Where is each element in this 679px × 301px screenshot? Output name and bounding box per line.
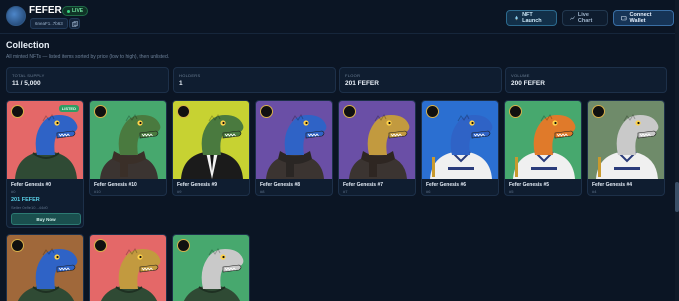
nft-card[interactable]: Fefer Genesis #4 #4 bbox=[587, 100, 665, 196]
stat-label: FLOOR bbox=[345, 73, 361, 78]
live-chart-button[interactable]: Live Chart bbox=[562, 10, 608, 26]
nft-card[interactable] bbox=[89, 234, 167, 301]
nft-id: #10 bbox=[94, 189, 101, 194]
stat-value: 200 FEFER bbox=[511, 80, 545, 87]
collection-title: Collection bbox=[6, 40, 50, 50]
nft-name: Fefer Genesis #5 bbox=[509, 182, 550, 188]
nft-name: Fefer Genesis #6 bbox=[426, 182, 467, 188]
nft-image[interactable] bbox=[588, 101, 664, 179]
nft-name: Fefer Genesis #0 bbox=[11, 182, 52, 188]
nft-id: #0 bbox=[11, 189, 16, 194]
listed-badge: LISTED bbox=[58, 105, 79, 112]
nft-card[interactable] bbox=[172, 234, 250, 301]
copy-address-button[interactable] bbox=[69, 18, 80, 29]
buy-now-button[interactable]: Buy Now bbox=[11, 213, 81, 225]
scrollbar-track[interactable] bbox=[675, 0, 679, 301]
nft-image[interactable] bbox=[339, 101, 415, 179]
stat-value: 1 bbox=[179, 80, 183, 87]
nft-card[interactable]: Fefer Genesis #10 #10 bbox=[89, 100, 167, 196]
nft-image[interactable] bbox=[90, 235, 166, 301]
live-label: LIVE bbox=[72, 8, 84, 14]
collection-logo-icon bbox=[94, 239, 107, 252]
wallet-icon bbox=[621, 16, 627, 21]
nft-id: #9 bbox=[177, 189, 182, 194]
nft-image[interactable] bbox=[173, 101, 249, 179]
nft-name: Fefer Genesis #10 bbox=[94, 182, 137, 188]
stat-label: HOLDERS bbox=[179, 73, 201, 78]
collection-subtitle: All minted NFTs — listed items sorted by… bbox=[6, 54, 170, 60]
stat-holders: HOLDERS 1 bbox=[173, 67, 336, 93]
nft-image[interactable] bbox=[90, 101, 166, 179]
nft-name: Fefer Genesis #8 bbox=[260, 182, 301, 188]
contract-address: 6neaF1..7b63 bbox=[30, 18, 68, 29]
stat-value: 201 FEFER bbox=[345, 80, 379, 87]
rocket-icon bbox=[515, 15, 518, 21]
live-chart-label: Live Chart bbox=[577, 12, 593, 24]
connect-wallet-label: Connect Wallet bbox=[629, 12, 652, 24]
connect-wallet-button[interactable]: Connect Wallet bbox=[613, 10, 674, 26]
stat-volume: VOLUME 200 FEFER bbox=[505, 67, 667, 93]
live-dot-icon bbox=[67, 9, 70, 13]
nft-id: #8 bbox=[260, 189, 265, 194]
top-bar: FEFER LIVE 6neaF1..7b63 NFT Launch Live … bbox=[0, 0, 679, 34]
collection-logo-icon bbox=[11, 239, 24, 252]
collection-logo-icon bbox=[509, 105, 522, 118]
nft-card[interactable]: Fefer Genesis #9 #9 bbox=[172, 100, 250, 196]
collection-logo-icon bbox=[426, 105, 439, 118]
stat-value: 11 / 5,000 bbox=[12, 80, 41, 87]
stat-label: TOTAL SUPPLY bbox=[12, 73, 45, 78]
nft-card[interactable] bbox=[6, 234, 84, 301]
nft-id: #5 bbox=[509, 189, 514, 194]
collection-logo-icon bbox=[177, 105, 190, 118]
nft-card[interactable]: LISTED Fefer Genesis #0 #0 201 FEFER Sel… bbox=[6, 100, 84, 228]
nft-card[interactable]: Fefer Genesis #6 #6 bbox=[421, 100, 499, 196]
nft-id: #4 bbox=[592, 189, 597, 194]
nft-card[interactable]: Fefer Genesis #5 #5 bbox=[504, 100, 582, 196]
nft-card[interactable]: Fefer Genesis #8 #8 bbox=[255, 100, 333, 196]
nft-image[interactable] bbox=[7, 235, 83, 301]
copy-icon bbox=[71, 20, 78, 27]
nft-name: Fefer Genesis #7 bbox=[343, 182, 384, 188]
collection-logo-icon bbox=[11, 105, 24, 118]
nft-name: Fefer Genesis #4 bbox=[592, 182, 633, 188]
collection-logo-icon bbox=[177, 239, 190, 252]
collection-logo-icon bbox=[592, 105, 605, 118]
nft-id: #7 bbox=[343, 189, 348, 194]
live-badge: LIVE bbox=[62, 6, 89, 16]
chart-icon bbox=[570, 16, 575, 20]
collection-logo-icon bbox=[343, 105, 356, 118]
nft-image[interactable] bbox=[505, 101, 581, 179]
stat-label: VOLUME bbox=[511, 73, 530, 78]
nft-launch-label: NFT Launch bbox=[522, 12, 542, 24]
stat-total-supply: TOTAL SUPPLY 11 / 5,000 bbox=[6, 67, 169, 93]
nft-card[interactable]: Fefer Genesis #7 #7 bbox=[338, 100, 416, 196]
nft-price: 201 FEFER bbox=[11, 197, 40, 203]
nft-image[interactable] bbox=[7, 101, 83, 179]
nft-image[interactable] bbox=[422, 101, 498, 179]
nft-image[interactable] bbox=[256, 101, 332, 179]
brand-title: FEFER bbox=[29, 5, 62, 16]
collection-logo-icon bbox=[94, 105, 107, 118]
scrollbar-thumb[interactable] bbox=[675, 182, 679, 212]
nft-image[interactable] bbox=[173, 235, 249, 301]
stat-floor: FLOOR 201 FEFER bbox=[339, 67, 502, 93]
fefer-logo-icon[interactable] bbox=[6, 6, 26, 26]
nft-id: #6 bbox=[426, 189, 431, 194]
nft-launch-button[interactable]: NFT Launch bbox=[506, 10, 557, 26]
nft-name: Fefer Genesis #9 bbox=[177, 182, 218, 188]
nft-seller: Seller 0x9e10...44d0 bbox=[11, 205, 48, 210]
collection-logo-icon bbox=[260, 105, 273, 118]
